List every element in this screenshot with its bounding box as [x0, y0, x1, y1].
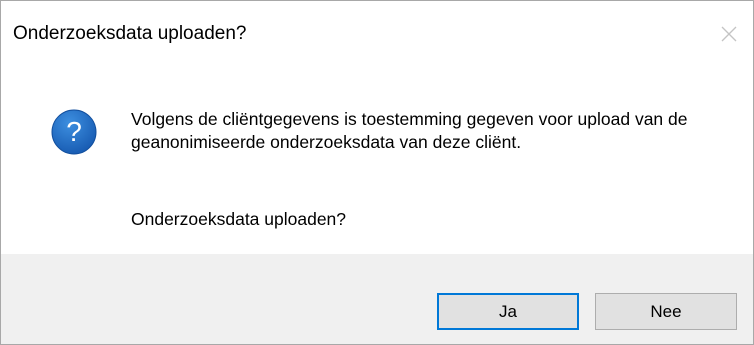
dialog-body: ? Volgens de cliëntgegevens is toestemmi… [1, 65, 753, 254]
no-button[interactable]: Nee [595, 293, 737, 330]
close-icon [721, 26, 737, 42]
svg-text:?: ? [66, 116, 82, 147]
question-icon: ? [51, 109, 97, 155]
dialog-title: Onderzoeksdata uploaden? [13, 23, 247, 44]
message-dialog: Onderzoeksdata uploaden? ? Volgens de cl… [0, 0, 754, 345]
dialog-question: Onderzoeksdata uploaden? [131, 209, 347, 229]
button-bar: Ja Nee [1, 254, 753, 344]
yes-button[interactable]: Ja [437, 293, 579, 330]
close-button[interactable] [707, 9, 753, 59]
dialog-message: Volgens de cliëntgegevens is toestemming… [131, 109, 688, 152]
title-bar[interactable]: Onderzoeksdata uploaden? [1, 1, 753, 65]
